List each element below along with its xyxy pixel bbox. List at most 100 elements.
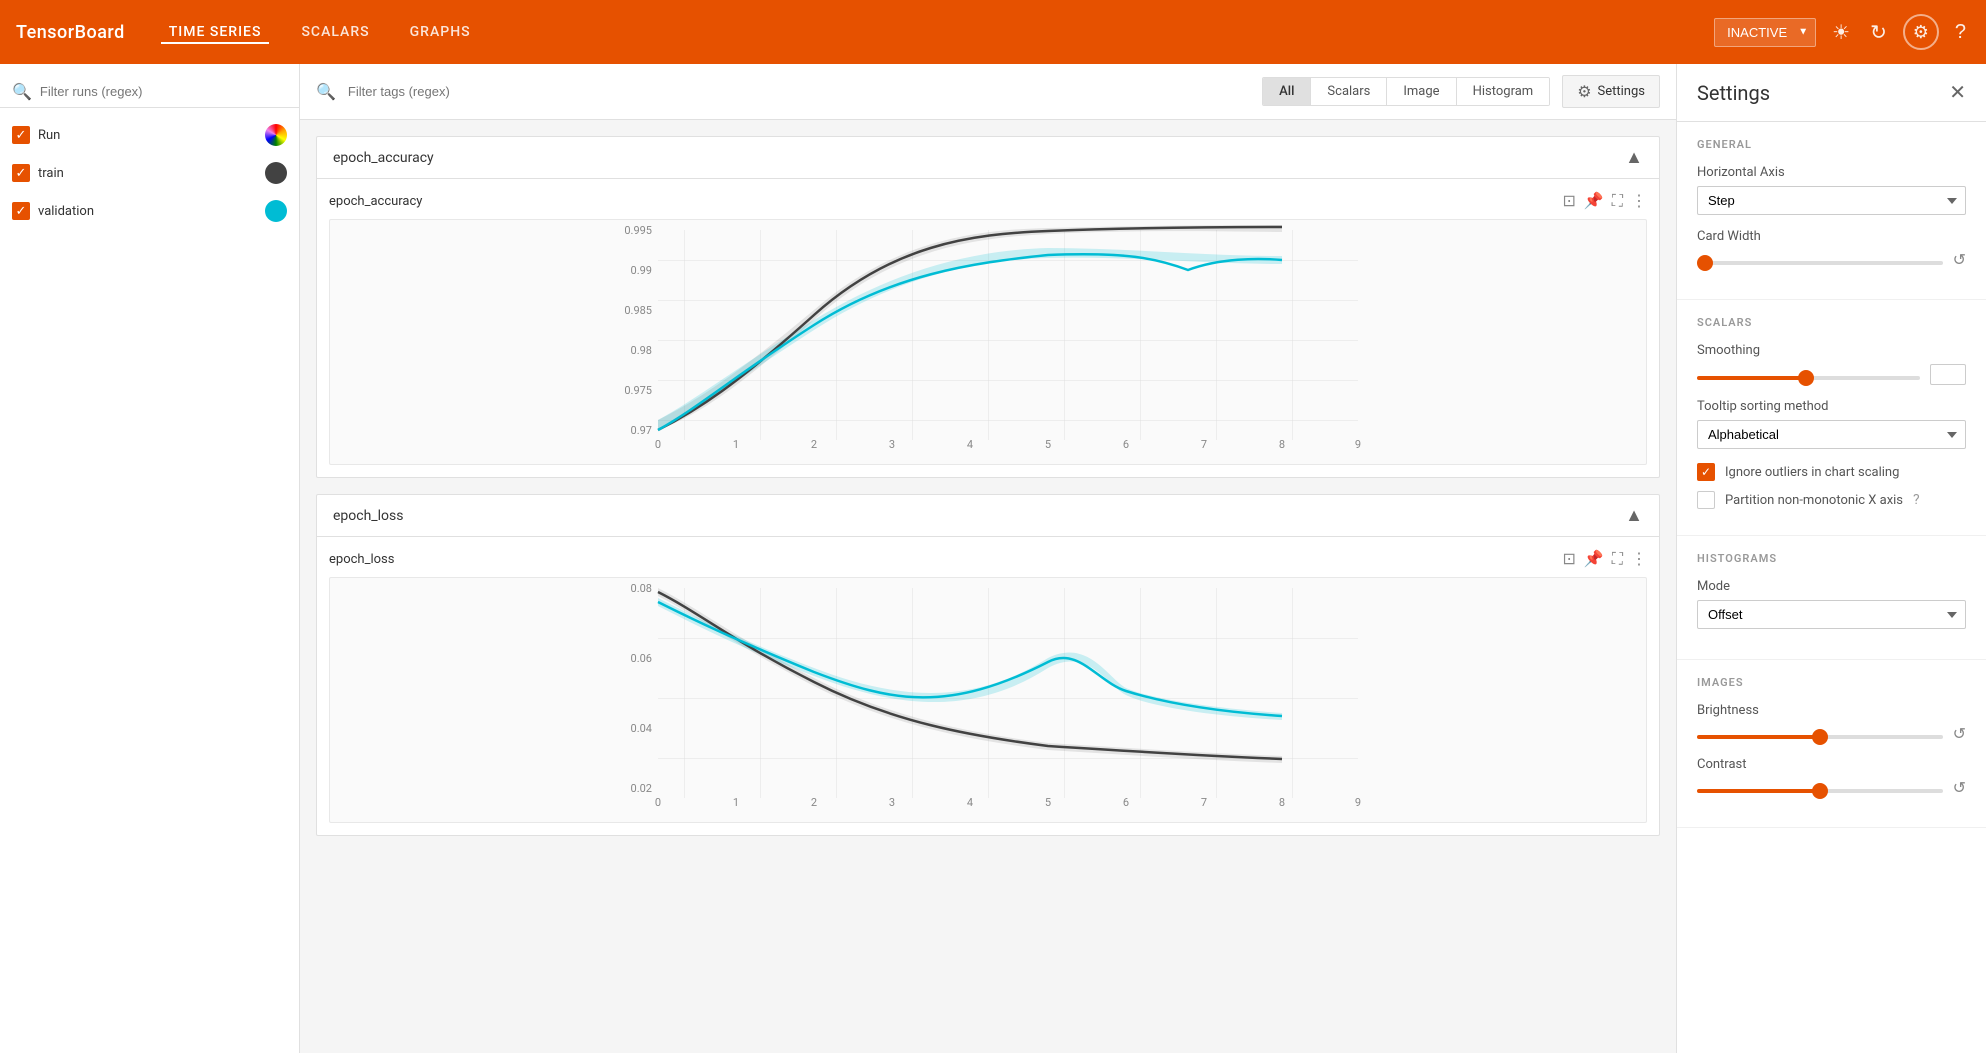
card-width-slider-wrap	[1697, 250, 1943, 269]
svg-text:0: 0	[655, 438, 661, 451]
inactive-dropdown-wrap[interactable]: INACTIVE	[1714, 18, 1816, 47]
accuracy-svg: 0.995 0.99 0.985 0.98 0.975 0.97 0 1 2 3…	[330, 220, 1646, 460]
card-loss-icon-fullscreen[interactable]: ⛶	[1612, 549, 1623, 569]
settings-gear-icon: ⚙	[1577, 82, 1591, 101]
nav-scalars[interactable]: SCALARS	[293, 20, 377, 44]
svg-text:0.04: 0.04	[631, 722, 652, 735]
filter-bar: 🔍 All Scalars Image Histogram ⚙ Settings	[300, 64, 1676, 120]
settings-images-title: IMAGES	[1697, 676, 1966, 689]
contrast-slider-wrap	[1697, 778, 1943, 797]
svg-text:6: 6	[1123, 438, 1129, 451]
smoothing-slider[interactable]	[1697, 376, 1920, 380]
card-title-accuracy: epoch_accuracy	[329, 194, 1562, 209]
settings-histograms-section: HISTOGRAMS Mode OffsetOverlay	[1677, 536, 1986, 660]
sidebar-search-input[interactable]	[40, 84, 287, 99]
group-title-accuracy: epoch_accuracy	[333, 150, 1625, 166]
ignore-outliers-checkbox[interactable]: ✓	[1697, 463, 1715, 481]
run-item-run[interactable]: ✓ Run	[0, 116, 299, 154]
nav-graphs[interactable]: GRAPHS	[402, 20, 479, 44]
group-chevron-loss: ▲	[1625, 505, 1643, 526]
svg-text:3: 3	[889, 796, 895, 809]
card-loss-icon-image[interactable]: ⊡	[1562, 549, 1575, 569]
card-icon-pin[interactable]: 📌	[1584, 191, 1604, 211]
partition-help-icon[interactable]: ?	[1913, 492, 1920, 508]
svg-text:0.97: 0.97	[631, 424, 652, 437]
card-icon-more[interactable]: ⋮	[1631, 191, 1647, 211]
chart-group-epoch-loss: epoch_loss ▲ epoch_loss ⊡ 📌 ⛶ ⋮	[316, 494, 1660, 836]
svg-text:2: 2	[811, 438, 817, 451]
brightness-slider[interactable]	[1697, 735, 1943, 739]
refresh-button[interactable]: ↻	[1866, 16, 1891, 49]
settings-images-section: IMAGES Brightness ↺ Contrast ↺	[1677, 660, 1986, 828]
tab-image[interactable]: Image	[1387, 78, 1456, 105]
filter-tags-input[interactable]	[348, 84, 793, 99]
svg-text:9: 9	[1355, 438, 1361, 451]
card-width-slider[interactable]	[1697, 261, 1943, 265]
brightness-row: Brightness ↺	[1697, 703, 1966, 743]
card-width-reset[interactable]: ↺	[1953, 250, 1966, 269]
svg-text:8: 8	[1279, 438, 1285, 451]
svg-text:0.02: 0.02	[631, 782, 652, 795]
chart-group-header-loss[interactable]: epoch_loss ▲	[317, 495, 1659, 537]
inactive-dropdown[interactable]: INACTIVE	[1714, 18, 1816, 47]
settings-general-section: GENERAL Horizontal Axis StepRelativeWall…	[1677, 122, 1986, 300]
contrast-reset[interactable]: ↺	[1953, 778, 1966, 797]
theme-button[interactable]: ☀	[1828, 16, 1854, 49]
contrast-row: Contrast ↺	[1697, 757, 1966, 797]
svg-text:7: 7	[1201, 438, 1207, 451]
card-title-loss: epoch_loss	[329, 552, 1562, 567]
contrast-slider[interactable]	[1697, 789, 1943, 793]
svg-text:7: 7	[1201, 796, 1207, 809]
settings-open-button[interactable]: ⚙ Settings	[1562, 75, 1660, 108]
filter-search-icon: 🔍	[316, 82, 336, 101]
brightness-reset[interactable]: ↺	[1953, 724, 1966, 743]
svg-text:4: 4	[967, 796, 973, 809]
settings-panel-title: Settings	[1697, 81, 1949, 105]
svg-text:3: 3	[889, 438, 895, 451]
nav-time-series[interactable]: TIME SERIES	[161, 20, 270, 44]
svg-text:1: 1	[733, 796, 739, 809]
smoothing-slider-row: 0.49	[1697, 364, 1966, 385]
main-content: 🔍 All Scalars Image Histogram ⚙ Settings…	[300, 64, 1676, 1053]
settings-button-label: Settings	[1598, 84, 1645, 99]
card-icon-image[interactable]: ⊡	[1562, 191, 1575, 211]
run-item-validation[interactable]: ✓ validation	[0, 192, 299, 230]
card-loss-icon-more[interactable]: ⋮	[1631, 549, 1647, 569]
smoothing-slider-wrap	[1697, 365, 1920, 384]
tooltip-sort-select[interactable]: AlphabeticalAscendingDescendingNone	[1697, 420, 1966, 449]
tab-histogram[interactable]: Histogram	[1457, 78, 1550, 105]
tab-all[interactable]: All	[1263, 78, 1311, 105]
run-checkbox-validation[interactable]: ✓	[12, 202, 30, 220]
settings-panel: Settings ✕ GENERAL Horizontal Axis StepR…	[1676, 64, 1986, 1053]
chart-svg-loss: 0.08 0.06 0.04 0.02 0 1 2 3 4 5 6	[329, 577, 1647, 823]
horizontal-axis-select[interactable]: StepRelativeWall	[1697, 186, 1966, 215]
help-button[interactable]: ?	[1951, 17, 1970, 48]
chart-card-header-loss: epoch_loss ⊡ 📌 ⛶ ⋮	[329, 549, 1647, 569]
svg-text:0.985: 0.985	[624, 304, 652, 317]
svg-text:1: 1	[733, 438, 739, 451]
tab-scalars[interactable]: Scalars	[1311, 78, 1387, 105]
brightness-label: Brightness	[1697, 703, 1966, 718]
run-checkbox-run[interactable]: ✓	[12, 126, 30, 144]
svg-text:0.06: 0.06	[631, 652, 652, 665]
card-icon-fullscreen[interactable]: ⛶	[1612, 191, 1623, 211]
brightness-slider-wrap	[1697, 724, 1943, 743]
svg-text:5: 5	[1045, 796, 1051, 809]
smoothing-value[interactable]: 0.49	[1930, 364, 1966, 385]
app-brand: TensorBoard	[16, 22, 125, 43]
settings-button-topnav[interactable]: ⚙	[1903, 14, 1939, 50]
partition-checkbox[interactable]	[1697, 491, 1715, 509]
settings-close-button[interactable]: ✕	[1949, 80, 1966, 105]
horizontal-axis-row: Horizontal Axis StepRelativeWall	[1697, 165, 1966, 215]
run-checkbox-train[interactable]: ✓	[12, 164, 30, 182]
chart-card-accuracy: epoch_accuracy ⊡ 📌 ⛶ ⋮	[317, 179, 1659, 477]
run-color-palette	[265, 124, 287, 146]
svg-text:0.08: 0.08	[631, 582, 652, 595]
card-loss-icon-pin[interactable]: 📌	[1584, 549, 1604, 569]
svg-text:5: 5	[1045, 438, 1051, 451]
chart-group-header-accuracy[interactable]: epoch_accuracy ▲	[317, 137, 1659, 179]
run-item-train[interactable]: ✓ train	[0, 154, 299, 192]
smoothing-label: Smoothing	[1697, 343, 1966, 358]
histogram-mode-select[interactable]: OffsetOverlay	[1697, 600, 1966, 629]
chart-card-header-accuracy: epoch_accuracy ⊡ 📌 ⛶ ⋮	[329, 191, 1647, 211]
